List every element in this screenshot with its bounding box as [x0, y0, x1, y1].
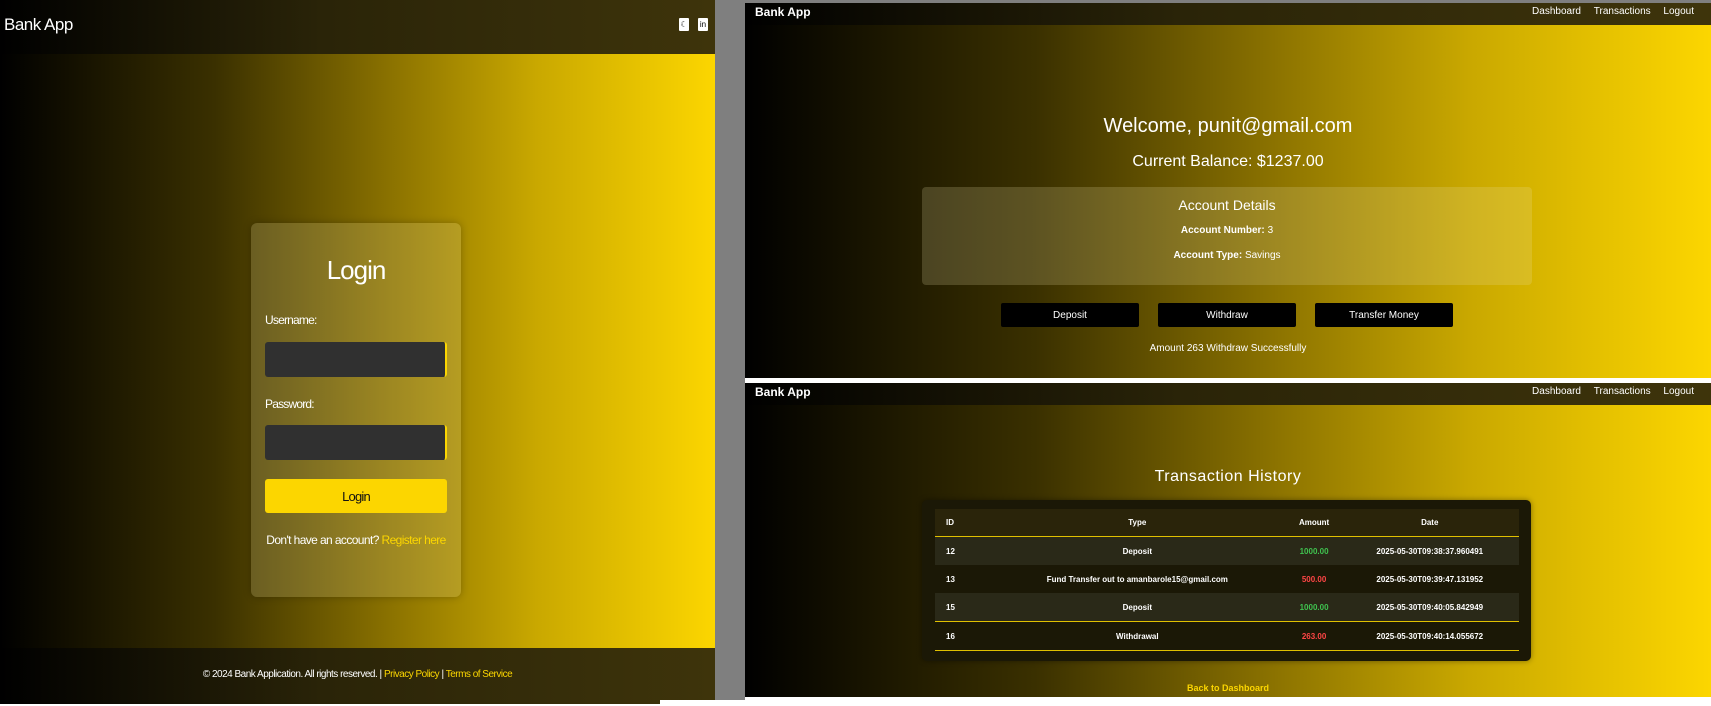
footer-text: © 2024 Bank Application. All rights rese…	[0, 669, 715, 680]
cell-amount: 1000.00	[1287, 536, 1341, 565]
account-number-label: Account Number:	[1180, 225, 1265, 236]
username-label: Username:	[265, 313, 317, 327]
login-title: Login	[326, 255, 387, 285]
login-footer: © 2024 Bank Application. All rights rese…	[0, 648, 715, 704]
cell-id: 15	[935, 593, 987, 622]
privacy-policy-link[interactable]: Privacy Policy	[384, 669, 440, 680]
cell-id: 16	[935, 621, 987, 651]
table-row: 16 Withdrawal 263.00 2025-05-30T09:40:14…	[935, 621, 1519, 651]
bottom-strip	[660, 700, 1711, 706]
dashboard-main: Welcome, punit@gmail.com Current Balance…	[745, 25, 1711, 378]
transaction-table: ID Type Amount Date 12 Deposit 1000.00 2…	[935, 509, 1519, 651]
footer-separator: |	[441, 669, 444, 680]
account-number-value: 3	[1267, 225, 1274, 236]
deposit-button[interactable]: Deposit	[1001, 303, 1139, 327]
brand-logo[interactable]: Bank App	[4, 15, 73, 35]
login-main: Login Username: Password: Login Don't ha…	[0, 54, 715, 648]
transaction-table-card: ID Type Amount Date 12 Deposit 1000.00 2…	[922, 500, 1531, 661]
nav-dashboard[interactable]: Dashboard	[1532, 386, 1581, 397]
account-number-line: Account Number: 3	[922, 225, 1532, 236]
column-header-type: Type	[987, 509, 1288, 537]
dashboard-navbar: Bank App Dashboard Transactions Logout	[745, 3, 1711, 25]
username-input[interactable]	[265, 342, 447, 377]
cell-amount: 263.00	[1287, 621, 1341, 651]
linkedin-icon[interactable]: in	[698, 18, 708, 31]
withdraw-button[interactable]: Withdraw	[1158, 303, 1296, 327]
copyright-text: © 2024 Bank Application. All rights rese…	[202, 669, 382, 680]
dashboard-page: Bank App Dashboard Transactions Logout W…	[745, 0, 1711, 378]
nav-dashboard[interactable]: Dashboard	[1532, 6, 1581, 17]
login-button[interactable]: Login	[265, 479, 447, 513]
cell-type: Deposit	[987, 536, 1288, 565]
register-link[interactable]: Register here	[382, 533, 447, 547]
register-prompt: Don't have an account?	[266, 533, 379, 547]
status-message: Amount 263 Withdraw Successfully	[1149, 343, 1307, 354]
table-row: 12 Deposit 1000.00 2025-05-30T09:38:37.9…	[935, 536, 1519, 565]
cell-id: 12	[935, 536, 987, 565]
column-header-date: Date	[1340, 509, 1519, 537]
cell-date: 2025-05-30T09:39:47.131952	[1376, 574, 1484, 584]
screenshot-divider	[715, 0, 745, 700]
transactions-page: Bank App Dashboard Transactions Logout T…	[745, 383, 1711, 697]
cell-amount: 1000.00	[1287, 593, 1341, 622]
cell-type: Fund Transfer out to amanbarole15@gmail.…	[1046, 574, 1228, 584]
transaction-history-title: Transaction History	[1154, 468, 1302, 485]
cell-date: 2025-05-30T09:40:14.055672	[1340, 621, 1519, 651]
cell-date: 2025-05-30T09:40:05.842949	[1340, 593, 1519, 622]
transactions-navbar: Bank App Dashboard Transactions Logout	[745, 383, 1711, 405]
password-label: Password:	[265, 397, 315, 411]
column-header-amount: Amount	[1287, 509, 1341, 537]
nav-transactions[interactable]: Transactions	[1594, 386, 1651, 397]
transactions-main: Transaction History ID Type Amount Date …	[745, 405, 1711, 697]
current-balance: Current Balance: $1237.00	[1132, 153, 1324, 170]
password-input[interactable]	[265, 425, 447, 460]
account-details-card: Account Details Account Number: 3 Accoun…	[922, 187, 1532, 285]
brand-logo[interactable]: Bank App	[755, 385, 811, 399]
cell-date: 2025-05-30T09:38:37.960491	[1340, 536, 1519, 565]
table-header-row: ID Type Amount Date	[935, 509, 1519, 537]
transfer-money-button[interactable]: Transfer Money	[1315, 303, 1453, 327]
table-row: 13 Fund Transfer out to amanbarole15@gma…	[935, 565, 1519, 593]
brand-logo[interactable]: Bank App	[755, 5, 811, 19]
nav-logout[interactable]: Logout	[1663, 386, 1694, 397]
cell-amount: 500.00	[1301, 574, 1327, 584]
welcome-heading: Welcome, punit@gmail.com	[1103, 115, 1353, 137]
nav-links: Dashboard Transactions Logout	[1522, 386, 1694, 397]
nav-transactions[interactable]: Transactions	[1594, 6, 1651, 17]
register-line: Don't have an account? Register here	[251, 533, 461, 547]
login-card: Login Username: Password: Login Don't ha…	[251, 223, 461, 597]
account-details-title: Account Details	[1178, 197, 1276, 213]
back-to-dashboard-link[interactable]: Back to Dashboard	[745, 683, 1711, 693]
column-header-id: ID	[935, 509, 987, 537]
login-page: Bank App ☾ in Login Username: Password: …	[0, 0, 715, 704]
nav-logout[interactable]: Logout	[1663, 6, 1694, 17]
cell-type: Withdrawal	[987, 621, 1288, 651]
login-header: Bank App ☾ in	[0, 0, 715, 54]
moon-icon[interactable]: ☾	[679, 18, 689, 31]
account-type-line: Account Type: Savings	[922, 250, 1532, 261]
cell-id: 13	[946, 574, 955, 584]
account-type-label: Account Type:	[1173, 250, 1243, 261]
cell-type: Deposit	[987, 593, 1288, 622]
account-type-value: Savings	[1244, 250, 1281, 261]
nav-links: Dashboard Transactions Logout	[1522, 6, 1694, 17]
table-row: 15 Deposit 1000.00 2025-05-30T09:40:05.8…	[935, 593, 1519, 622]
terms-of-service-link[interactable]: Terms of Service	[446, 669, 513, 680]
